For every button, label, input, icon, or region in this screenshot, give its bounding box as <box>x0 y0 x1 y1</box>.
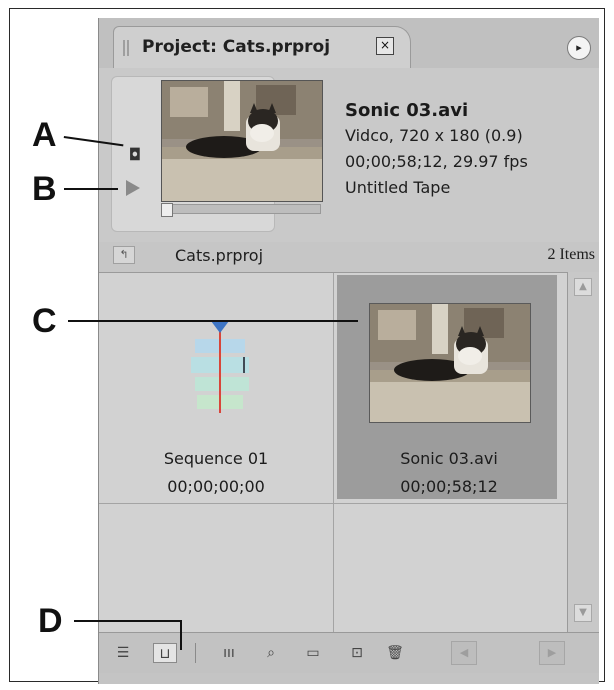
preview-duration-info: 00;00;58;12, 29.97 fps <box>345 152 528 171</box>
preview-video-info: Vidco, 720 x 180 (0.9) <box>345 126 523 145</box>
preview-thumbnail <box>161 80 323 202</box>
scroll-left-icon[interactable]: ◀ <box>451 641 477 665</box>
panel-menu-button[interactable]: ▸ <box>567 36 591 60</box>
scroll-up-icon[interactable]: ▲ <box>574 278 592 296</box>
project-panel: Project: Cats.prproj × ▸ ◘ Sonic 03.avi … <box>98 18 599 684</box>
preview-area: ◘ Sonic 03.avi Vidco, 720 x 180 (0.9) 00… <box>99 68 599 242</box>
preview-tape-info: Untitled Tape <box>345 178 451 197</box>
item-duration: 00;00;58;12 <box>400 477 498 496</box>
clip-thumbnail <box>369 303 531 423</box>
new-item-icon[interactable]: ⊡ <box>345 643 369 663</box>
callout-b-line <box>64 188 118 190</box>
project-path-name: Cats.prproj <box>175 246 264 265</box>
sequence-icon <box>191 321 249 413</box>
callout-d-line <box>74 620 182 622</box>
callout-c: C <box>32 302 57 340</box>
clear-trash-icon[interactable]: 🗑 <box>383 643 407 663</box>
parent-folder-icon[interactable]: ↰ <box>113 246 135 264</box>
path-bar: ↰ Cats.prproj 2 Items <box>99 242 599 272</box>
callout-a: A <box>32 116 57 154</box>
item-count: 2 Items <box>547 246 595 263</box>
preview-clip-name: Sonic 03.avi <box>345 100 469 121</box>
icon-view-grid: Sequence 01 00;00;00;00 Sonic 03.avi 00;… <box>99 272 567 633</box>
toolbar-divider <box>195 643 196 663</box>
automate-to-sequence-icon[interactable]: ııı <box>217 643 241 663</box>
new-bin-icon[interactable]: ▭ <box>301 643 325 663</box>
tab-project[interactable]: Project: Cats.prproj × <box>113 26 411 68</box>
list-view-icon[interactable]: ☰ <box>111 643 135 663</box>
callout-c-line <box>68 320 358 322</box>
item-name: Sequence 01 <box>163 449 269 468</box>
find-icon[interactable]: ⌕ <box>259 643 283 663</box>
callout-b: B <box>32 170 57 208</box>
camera-icon[interactable]: ◘ <box>123 146 147 164</box>
grid-divider <box>99 503 567 504</box>
scroll-down-icon[interactable]: ▼ <box>574 604 592 622</box>
drag-grip-icon[interactable] <box>123 40 131 56</box>
item-duration: 00;00;00;00 <box>167 477 265 496</box>
project-item-sequence[interactable]: Sequence 01 00;00;00;00 <box>99 273 333 503</box>
icon-view-icon[interactable]: ⊔ <box>153 643 177 663</box>
scrubber-handle[interactable] <box>161 203 173 217</box>
vertical-scrollbar[interactable]: ▲ ▼ <box>567 272 599 632</box>
callout-d-line-vertical <box>180 620 182 650</box>
preview-scrubber[interactable] <box>161 203 321 217</box>
play-icon[interactable] <box>126 180 140 196</box>
callout-d: D <box>38 602 63 640</box>
scroll-right-icon[interactable]: ▶ <box>539 641 565 665</box>
item-name: Sonic 03.avi <box>400 449 498 468</box>
panel-toolbar: ☰ ⊔ ııı ⌕ ▭ ⊡ 🗑 ◀ ▶ <box>99 632 599 673</box>
tab-title: Project: Cats.prproj <box>142 37 331 57</box>
tab-strip: Project: Cats.prproj × ▸ <box>99 18 599 68</box>
close-icon[interactable]: × <box>376 37 394 55</box>
